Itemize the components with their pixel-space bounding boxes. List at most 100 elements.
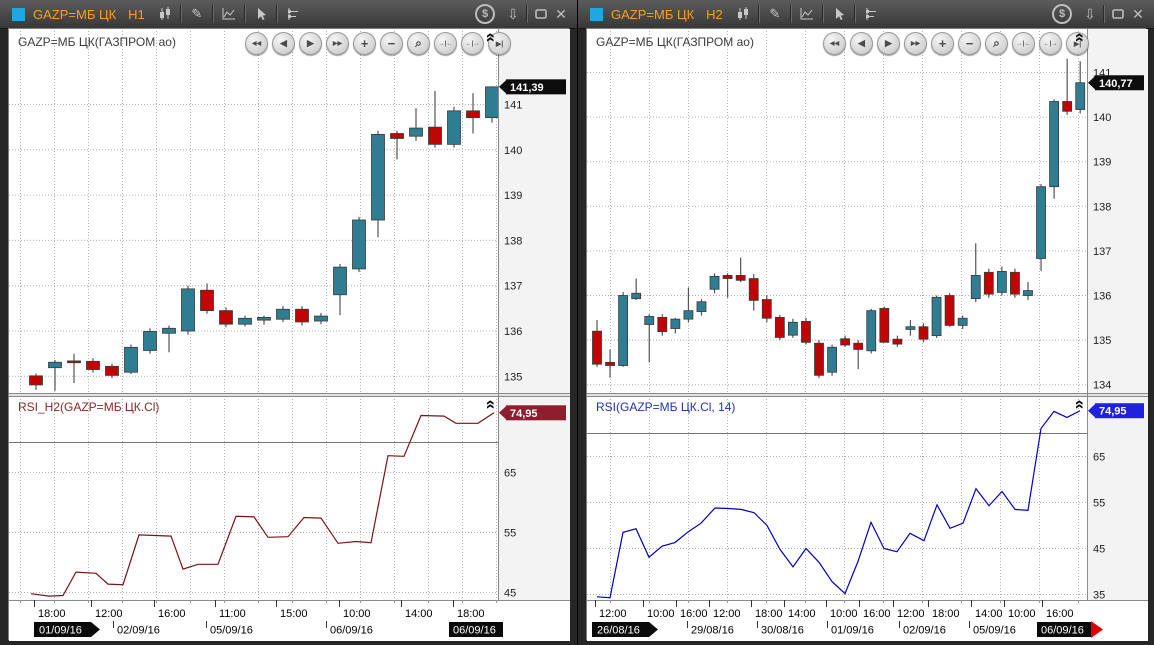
svg-text:14:00: 14:00 <box>975 608 1003 620</box>
svg-text:10:00: 10:00 <box>1008 608 1036 620</box>
svg-text:138: 138 <box>1093 201 1111 213</box>
zoom-select-button[interactable]: ⌕ <box>407 32 430 55</box>
svg-text:10:00: 10:00 <box>830 608 858 620</box>
toolbar-separator <box>1103 5 1105 23</box>
price-and-rsi-chart[interactable]: 141140139138137136135134140,776555453574… <box>587 29 1148 641</box>
window-title: GAZP=МБ ЦК <box>611 7 694 22</box>
svg-text:16:00: 16:00 <box>158 608 186 620</box>
zoom-in-button[interactable]: + <box>931 32 954 55</box>
svg-text:35: 35 <box>1093 590 1105 602</box>
svg-text:138: 138 <box>504 235 522 247</box>
svg-text:135: 135 <box>504 371 522 383</box>
svg-text:134: 134 <box>1093 380 1111 392</box>
compress-scale-button[interactable]: →|← <box>1012 32 1035 55</box>
instrument-label: GAZP=МБ ЦК(ГАЗПРОМ ао) <box>18 35 176 49</box>
svg-text:14:00: 14:00 <box>788 608 816 620</box>
expand-scale-button[interactable]: ←|→ <box>461 32 484 55</box>
svg-text:11:00: 11:00 <box>219 608 246 620</box>
svg-text:136: 136 <box>1093 291 1111 303</box>
zoom-in-button[interactable]: + <box>353 32 376 55</box>
close-icon[interactable]: ✕ <box>551 4 571 24</box>
svg-text:16:00: 16:00 <box>680 608 708 620</box>
cursor-tool-icon[interactable] <box>827 4 851 24</box>
svg-text:140,77: 140,77 <box>1099 78 1133 90</box>
dollar-icon[interactable]: $ <box>1052 4 1072 24</box>
zoom-out-button[interactable]: − <box>380 32 403 55</box>
download-arrow-icon[interactable]: ⇩ <box>503 4 523 24</box>
dollar-icon[interactable]: $ <box>475 4 495 24</box>
download-arrow-icon[interactable]: ⇩ <box>1080 4 1100 24</box>
scroll-right-button[interactable]: ▶ <box>299 32 322 55</box>
svg-text:06/09/16: 06/09/16 <box>453 625 496 637</box>
toolbar-separator <box>790 5 792 23</box>
svg-text:26/08/16: 26/08/16 <box>597 625 640 637</box>
price-and-rsi-chart[interactable]: 141140139138137136135141,3965554574,9518… <box>9 29 570 641</box>
indicator-tool-icon[interactable] <box>795 4 819 24</box>
candles-chart-tool-icon[interactable] <box>731 4 755 24</box>
timeframe-label: H1 <box>128 7 145 22</box>
expand-scale-button[interactable]: ←|→ <box>1039 32 1062 55</box>
svg-text:137: 137 <box>504 281 522 293</box>
chart-nav-toolbar: ◀◀◀▶▶▶+−⌕→|←←|→▶| <box>245 32 511 55</box>
svg-text:55: 55 <box>504 528 516 540</box>
svg-text:10:00: 10:00 <box>647 608 675 620</box>
minimize-icon[interactable] <box>531 4 551 24</box>
svg-text:16:00: 16:00 <box>863 608 891 620</box>
toolbar-separator <box>276 5 278 23</box>
scroll-left-button[interactable]: ◀ <box>272 32 295 55</box>
titlebar[interactable]: GAZP=МБ ЦК H2 ✎ $ ⇩ ✕ <box>578 0 1154 29</box>
zoom-out-button[interactable]: − <box>958 32 981 55</box>
svg-text:74,95: 74,95 <box>510 408 538 420</box>
scroll-start-button[interactable]: ◀◀ <box>245 32 268 55</box>
indicator-tool-icon[interactable] <box>217 4 241 24</box>
draw-tool-icon[interactable]: ✎ <box>763 4 787 24</box>
collapse-rsi-pane-icon[interactable]: « <box>485 400 498 409</box>
collapse-price-pane-icon[interactable]: « <box>1074 33 1087 42</box>
svg-text:135: 135 <box>1093 335 1111 347</box>
toolbar-separator <box>854 5 856 23</box>
svg-text:65: 65 <box>504 468 516 480</box>
svg-text:74,95: 74,95 <box>1099 406 1127 418</box>
toolbar-separator <box>180 5 182 23</box>
levels-tool-icon[interactable] <box>281 4 305 24</box>
scroll-left-button[interactable]: ◀ <box>850 32 873 55</box>
svg-text:45: 45 <box>504 588 516 600</box>
scroll-end-button[interactable]: ▶▶ <box>904 32 927 55</box>
last-price-badge: 141,39 <box>499 79 566 94</box>
svg-text:16:00: 16:00 <box>1046 608 1074 620</box>
svg-text:141,39: 141,39 <box>510 82 544 94</box>
svg-text:45: 45 <box>1093 544 1105 556</box>
svg-text:12:00: 12:00 <box>897 608 925 620</box>
svg-text:14:00: 14:00 <box>405 608 433 620</box>
cursor-tool-icon[interactable] <box>249 4 273 24</box>
compress-scale-button[interactable]: →|← <box>434 32 457 55</box>
scroll-end-button[interactable]: ▶▶ <box>326 32 349 55</box>
collapse-rsi-pane-icon[interactable]: « <box>1074 400 1087 409</box>
close-icon[interactable]: ✕ <box>1128 4 1148 24</box>
svg-text:137: 137 <box>1093 246 1111 258</box>
window-title: GAZP=МБ ЦК <box>33 7 116 22</box>
zoom-select-button[interactable]: ⌕ <box>985 32 1008 55</box>
svg-text:139: 139 <box>1093 157 1111 169</box>
toolbar-separator <box>822 5 824 23</box>
minimize-icon[interactable] <box>1108 4 1128 24</box>
svg-text:06/09/16: 06/09/16 <box>330 625 373 637</box>
levels-tool-icon[interactable] <box>859 4 883 24</box>
titlebar[interactable]: GAZP=МБ ЦК H1 ✎ $ ⇩ ✕ <box>0 0 577 29</box>
svg-text:05/09/16: 05/09/16 <box>210 625 253 637</box>
instrument-swatch-icon <box>590 8 603 21</box>
scroll-right-button[interactable]: ▶ <box>877 32 900 55</box>
svg-text:01/09/16: 01/09/16 <box>39 625 82 637</box>
svg-text:29/08/16: 29/08/16 <box>691 625 734 637</box>
svg-text:136: 136 <box>504 326 522 338</box>
svg-text:140: 140 <box>1093 112 1111 124</box>
toolbar-separator <box>758 5 760 23</box>
svg-text:18:00: 18:00 <box>932 608 960 620</box>
draw-tool-icon[interactable]: ✎ <box>185 4 209 24</box>
toolbar-separator <box>212 5 214 23</box>
collapse-price-pane-icon[interactable]: « <box>485 33 498 42</box>
scroll-start-button[interactable]: ◀◀ <box>823 32 846 55</box>
svg-text:18:00: 18:00 <box>457 608 485 620</box>
timeframe-label: H2 <box>706 7 723 22</box>
candles-chart-tool-icon[interactable] <box>153 4 177 24</box>
